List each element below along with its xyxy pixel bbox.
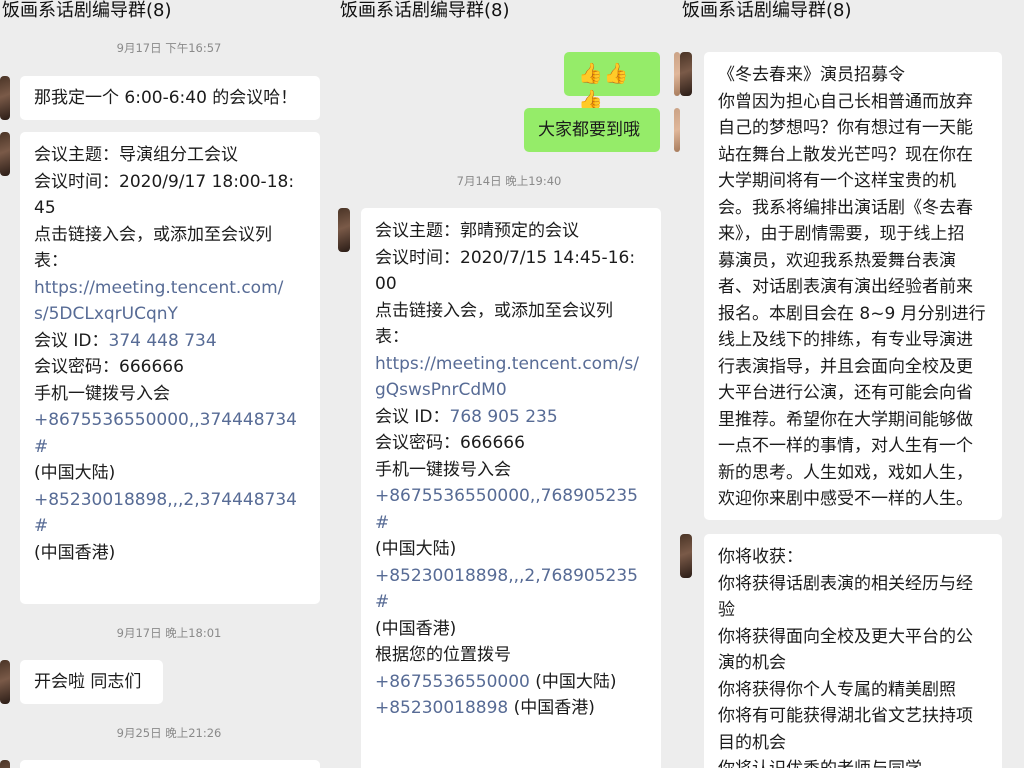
join-instruction-cont: 表：	[34, 251, 68, 271]
meeting-password: 会议密码：666666	[34, 357, 184, 377]
avatar[interactable]	[680, 52, 692, 96]
meeting-password: 会议密码：666666	[375, 433, 525, 453]
timestamp: 9月17日 晚上18:01	[116, 626, 222, 640]
message-line: 你将获得你个人专属的精美剧照	[718, 679, 956, 700]
location-dial-title: 根据您的位置拨号	[375, 645, 511, 665]
dial-link-hk[interactable]: +85230018898,,,2,374448734#	[34, 487, 306, 540]
avatar[interactable]	[0, 660, 10, 704]
recruit-message-bubble[interactable]: 《冬去春来》演员招募令你曾因为担心自己长相普通而放弃 自己的梦想吗？你有想过有一天…	[704, 52, 1002, 520]
meeting-invite-bubble[interactable]: 会议主题：郭晴预定的会议 会议时间：2020/7/15 14:45-16: 00…	[361, 208, 661, 768]
dial-title: 手机一键拨号入会	[375, 459, 511, 480]
message-line: 验	[718, 600, 735, 620]
message-line: 你将收获：	[718, 547, 803, 567]
thumbs-up-message[interactable]: 👍👍👍	[564, 52, 660, 112]
chat-title: 饭画系话剧编导群(8)	[2, 0, 172, 21]
message-line: 大学期间将有一个这样宝贵的机	[718, 171, 956, 191]
avatar[interactable]	[0, 132, 10, 176]
dial-region-hk: (中国香港)	[34, 542, 116, 563]
meeting-id-row: 会议 ID：374 448 734	[34, 328, 306, 355]
dial-link-mainland[interactable]: +8675536550000,,768905235#	[375, 483, 647, 536]
dial-region-mainland: (中国大陆)	[375, 539, 457, 559]
message-bubble[interactable]: 开会啦 同志们	[20, 660, 163, 704]
meeting-id-value[interactable]: 768 905 235	[450, 407, 558, 427]
avatar[interactable]	[680, 534, 692, 578]
message-text: 那我定一个 6:00-6:40 的会议哈！	[34, 88, 298, 108]
meeting-id-row: 会议 ID：768 905 235	[375, 404, 647, 431]
message-text: 开会啦 同志们	[34, 672, 142, 692]
dial-link-mainland[interactable]: +8675536550000,,374448734#	[34, 407, 306, 460]
location-dial-hk-row: +85230018898 (中国香港)	[375, 695, 647, 722]
message-bubble[interactable]: 那我定一个 6:00-6:40 的会议哈！	[20, 76, 320, 120]
location-dial-mainland[interactable]: +8675536550000	[375, 672, 530, 692]
location-region-mainland: (中国大陆)	[529, 671, 617, 692]
message-line: 你将认识优秀的老师与同学	[718, 756, 988, 768]
meeting-id-label: 会议 ID：	[34, 330, 109, 351]
meeting-time-cont: 00	[375, 274, 397, 294]
message-bubble[interactable]	[20, 760, 320, 768]
meeting-time: 会议时间：2020/9/17 18:00-18:	[34, 171, 295, 192]
meeting-time: 会议时间：2020/7/15 14:45-16:	[375, 247, 636, 268]
message-line: 里推荐。希望你在大学期间能够做	[718, 409, 973, 430]
message-line: 线上及线下的排练，有专业导演进	[718, 330, 973, 350]
message-line: 站在舞台上散发光芒吗？现在你在	[718, 144, 973, 165]
location-dial-mainland-row: +8675536550000 (中国大陆)	[375, 669, 647, 696]
chat-panel-3: 饭画系话剧编导群(8) 《冬去春来》演员招募令你曾因为担心自己长相普通而放弃 自己…	[680, 0, 1024, 768]
message-line: 你曾因为担心自己长相普通而放弃	[718, 91, 973, 112]
meeting-link[interactable]: https://meeting.tencent.com/	[34, 275, 306, 302]
benefits-message-text: 你将收获： 你将获得话剧表演的相关经历与经验你将获得面向全校及更大平台的公 演的机会…	[718, 544, 988, 768]
chat-panel-1: 饭画系话剧编导群(8) 9月17日 下午16:57 那我定一个 6:00-6:4…	[0, 0, 338, 768]
benefits-message-bubble[interactable]: 你将收获： 你将获得话剧表演的相关经历与经验你将获得面向全校及更大平台的公 演的机会…	[704, 534, 1002, 768]
join-instruction: 点击链接入会，或添加至会议列	[34, 224, 272, 245]
chat-title: 饭画系话剧编导群(8)	[340, 0, 510, 21]
location-dial-hk[interactable]: +85230018898	[375, 698, 508, 718]
message-line: 一点不一样的事情，对人生有一个	[718, 436, 973, 456]
message-line: 目的机会	[718, 732, 786, 753]
join-instruction: 点击链接入会，或添加至会议列	[375, 300, 613, 321]
chat-title: 饭画系话剧编导群(8)	[682, 0, 852, 21]
meeting-id-label: 会议 ID：	[375, 406, 450, 427]
message-line: 大平台进行公演，还有可能会向省	[718, 383, 973, 403]
message-text: 大家都要到哦	[538, 120, 640, 140]
message-line: 报名。本剧目会在 8~9 月分别进行	[718, 303, 986, 324]
message-line: 募演员，欢迎我系热爱舞台表演	[718, 250, 956, 271]
message-line: 新的思考。人生如戏，戏如人生，	[718, 462, 973, 483]
message-line: 者、对话剧表演有演出经验者前来	[718, 277, 973, 297]
chat-panel-2: 饭画系话剧编导群(8) 👍👍👍 大家都要到哦 7月14日 晚上19:40 会议主…	[338, 0, 680, 768]
message-line: 演的机会	[718, 653, 786, 673]
timestamp: 7月14日 晚上19:40	[456, 174, 562, 188]
message-line: 你将有可能获得湖北省文艺扶持项	[718, 706, 973, 726]
meeting-subject: 会议主题：导演组分工会议	[34, 145, 238, 165]
message-line: 你将获得面向全校及更大平台的公	[718, 626, 973, 647]
message-line: 会。我系将编排出演话剧《冬去春	[718, 197, 973, 218]
message-line: 欢迎你来剧中感受不一样的人生。	[718, 489, 973, 509]
dial-link-hk[interactable]: +85230018898,,,2,768905235#	[375, 563, 647, 616]
meeting-subject: 会议主题：郭晴预定的会议	[375, 221, 579, 241]
meeting-time-cont: 45	[34, 198, 56, 218]
meeting-id-value[interactable]: 374 448 734	[109, 331, 217, 351]
timestamp: 9月17日 下午16:57	[116, 41, 222, 55]
message-line: 《冬去春来》演员招募令	[718, 65, 905, 85]
message-line: 来》，由于剧情需要，现于线上招	[718, 224, 965, 244]
meeting-invite-bubble[interactable]: 会议主题：导演组分工会议 会议时间：2020/9/17 18:00-18: 45…	[20, 132, 320, 604]
meeting-link[interactable]: https://meeting.tencent.com/s/	[375, 351, 647, 378]
meeting-link-cont[interactable]: gQswsPnrCdM0	[375, 377, 647, 404]
dial-title: 手机一键拨号入会	[34, 383, 170, 404]
join-instruction-cont: 表：	[375, 327, 409, 347]
meeting-link-cont[interactable]: s/5DCLxqrUCqnY	[34, 301, 306, 328]
avatar[interactable]	[0, 760, 10, 768]
message-line: 你将获得话剧表演的相关经历与经	[718, 573, 973, 594]
avatar[interactable]	[338, 208, 350, 252]
avatar[interactable]	[0, 76, 10, 120]
recruit-message-text: 《冬去春来》演员招募令你曾因为担心自己长相普通而放弃 自己的梦想吗？你有想过有一天…	[718, 62, 988, 513]
location-region-hk: (中国香港)	[508, 698, 595, 718]
dial-region-hk: (中国香港)	[375, 618, 457, 639]
message-line: 自己的梦想吗？你有想过有一天能	[718, 118, 973, 138]
thumbs-up-icon: 👍👍👍	[578, 61, 630, 112]
timestamp: 9月25日 晚上21:26	[116, 726, 222, 740]
dial-region-mainland: (中国大陆)	[34, 463, 116, 483]
message-line: 行表演指导，并且会面向全校及更	[718, 356, 973, 377]
message-bubble-own[interactable]: 大家都要到哦	[524, 108, 660, 152]
